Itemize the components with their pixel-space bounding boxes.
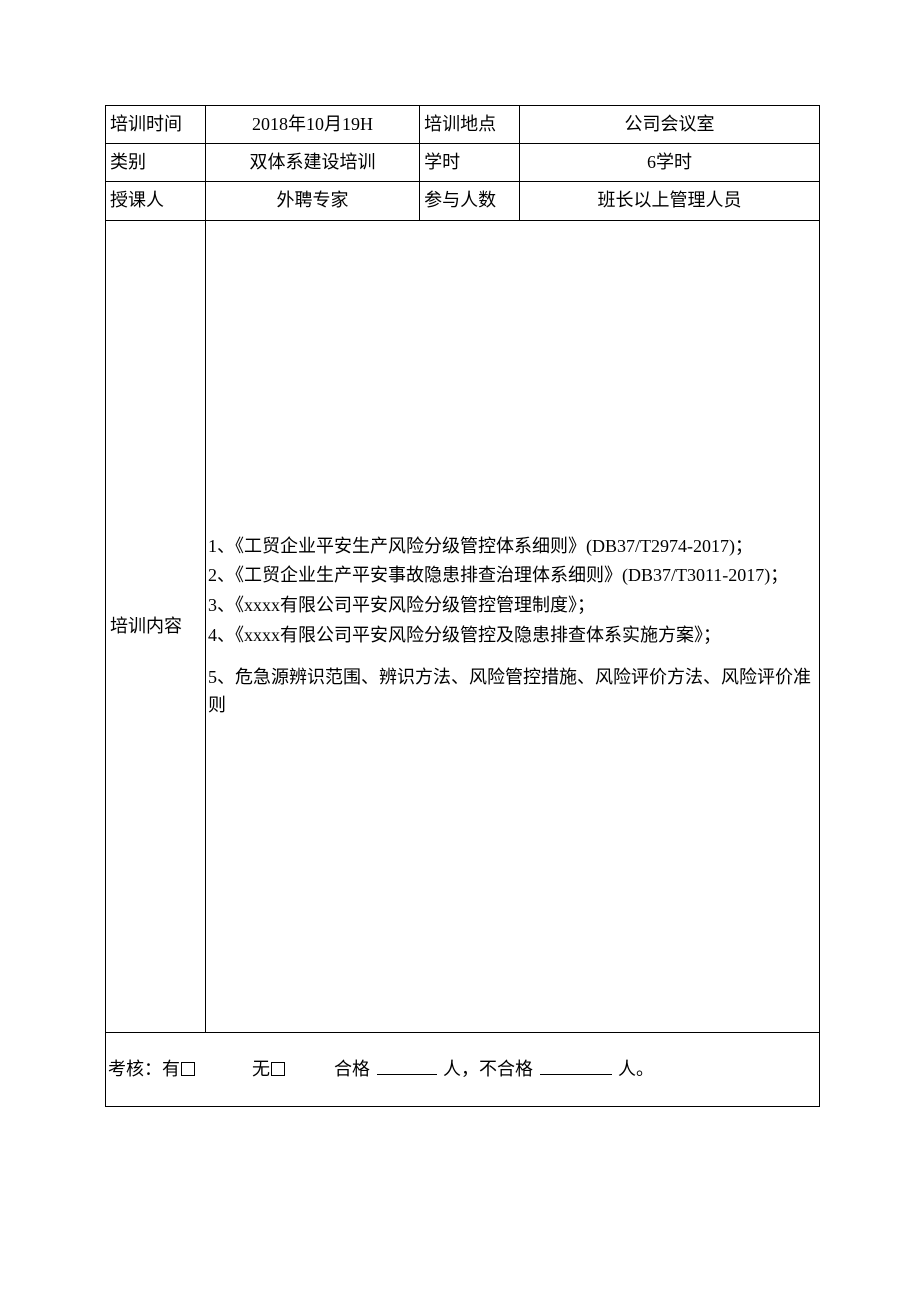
- label-attendees: 参与人数: [420, 182, 520, 220]
- value-category: 双体系建设培训: [205, 144, 419, 182]
- document-page: 培训时间 2018年10月19H 培训地点 公司会议室 类别 双体系建设培训 学…: [0, 0, 920, 1107]
- content-item-1: 1、《工贸企业平安生产风险分级管控体系细则》(DB37/T2974-2017)；: [208, 533, 813, 561]
- value-train-location: 公司会议室: [520, 106, 820, 144]
- row-category-hours: 类别 双体系建设培训 学时 6学时: [106, 144, 820, 182]
- assessment-people-mid: 人，不合格: [443, 1059, 533, 1079]
- assessment-cell: 考核：有 无 合格 人，不合格 人。: [106, 1032, 820, 1106]
- assessment-people-end: 人。: [618, 1059, 654, 1079]
- row-training-content: 培训内容 1、《工贸企业平安生产风险分级管控体系细则》(DB37/T2974-2…: [106, 220, 820, 1032]
- training-record-table: 培训时间 2018年10月19H 培训地点 公司会议室 类别 双体系建设培训 学…: [105, 105, 820, 1107]
- content-item-5: 5、危急源辨识范围、辨识方法、风险管控措施、风险评价方法、风险评价准则: [208, 664, 813, 720]
- label-train-location: 培训地点: [420, 106, 520, 144]
- checkbox-yes-icon: [181, 1062, 195, 1076]
- value-train-time: 2018年10月19H: [205, 106, 419, 144]
- row-assessment: 考核：有 无 合格 人，不合格 人。: [106, 1032, 820, 1106]
- label-training-content: 培训内容: [106, 220, 206, 1032]
- content-item-4: 4、《xxxx有限公司平安风险分级管控及隐患排查体系实施方案》；: [208, 622, 813, 650]
- row-lecturer-attendees: 授课人 外聘专家 参与人数 班长以上管理人员: [106, 182, 820, 220]
- label-lecturer: 授课人: [106, 182, 206, 220]
- blank-fail-count: [540, 1058, 612, 1075]
- label-hours: 学时: [420, 144, 520, 182]
- content-item-3: 3、《xxxx有限公司平安风险分级管控管理制度》；: [208, 592, 813, 620]
- checkbox-no-icon: [271, 1062, 285, 1076]
- row-time-location: 培训时间 2018年10月19H 培训地点 公司会议室: [106, 106, 820, 144]
- label-train-time: 培训时间: [106, 106, 206, 144]
- blank-pass-count: [377, 1058, 437, 1075]
- label-category: 类别: [106, 144, 206, 182]
- value-attendees: 班长以上管理人员: [520, 182, 820, 220]
- value-training-content: 1、《工贸企业平安生产风险分级管控体系细则》(DB37/T2974-2017)；…: [205, 220, 819, 1032]
- assessment-prefix: 考核：有: [108, 1059, 180, 1079]
- content-item-2: 2、《工贸企业生产平安事故隐患排查治理体系细则》(DB37/T3011-2017…: [208, 562, 813, 590]
- value-lecturer: 外聘专家: [205, 182, 419, 220]
- assessment-pass-label: 合格: [334, 1059, 370, 1079]
- value-hours: 6学时: [520, 144, 820, 182]
- assessment-none: 无: [252, 1059, 270, 1079]
